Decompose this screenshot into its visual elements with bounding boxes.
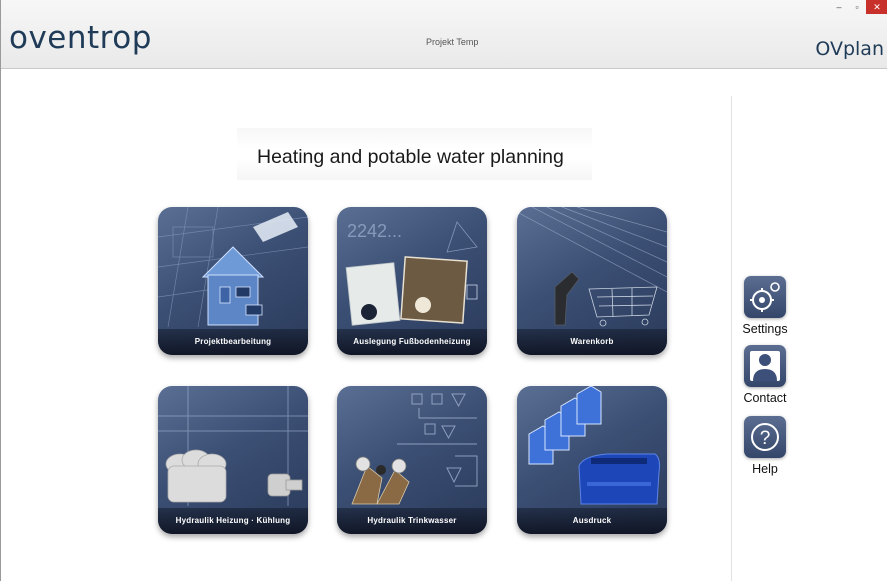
tile-hydraulics-potable-water[interactable]: Hydraulik Trinkwasser [337,386,487,534]
brand-logo: oventrop [9,20,152,56]
page-title: Heating and potable water planning [257,146,564,168]
tile-label: Hydraulik Trinkwasser [337,508,487,534]
tile-label: Hydraulik Heizung · Kühlung [158,508,308,534]
question-icon: ? [744,416,786,458]
gear-icon [744,276,786,318]
tile-label: Warenkorb [517,329,667,355]
radiator-valve-image [158,386,308,506]
settings-button[interactable]: Settings [735,276,795,336]
close-button[interactable]: ✕ [866,0,887,14]
settings-label: Settings [742,322,788,336]
help-button[interactable]: ? Help [735,416,795,476]
shopping-cart-image [517,207,667,327]
tile-label: Projektbearbeitung [158,329,308,355]
contact-button[interactable]: Contact [735,345,795,405]
svg-text:?: ? [760,428,771,449]
app-name: OVplan [815,38,884,60]
person-icon [744,345,786,387]
floor-heating-image: 2242... [345,221,478,326]
help-label: Help [752,462,778,476]
tile-printout[interactable]: Ausdruck [517,386,667,534]
project-name: Projekt Temp [426,37,479,47]
minimize-button[interactable]: – [830,0,848,14]
contact-label: Contact [743,391,787,405]
title-bar: oventrop Projekt Temp OVplan – ▫ ✕ [1,0,887,69]
printer-image [528,386,660,505]
svg-text:2242...: 2242... [347,221,402,241]
maximize-button[interactable]: ▫ [848,0,866,14]
tile-hydraulics-heating[interactable]: Hydraulik Heizung · Kühlung [158,386,308,534]
tile-label: Auslegung Fußbodenheizung [337,329,487,355]
sidebar-divider [731,96,732,581]
tile-label: Ausdruck [517,508,667,534]
window-controls: – ▫ ✕ [830,0,887,14]
app-window: oventrop Projekt Temp OVplan – ▫ ✕ Heati… [0,0,887,581]
tile-shopping-cart[interactable]: Warenkorb [517,207,667,355]
tile-floor-heating[interactable]: 2242... Auslegung Fußbodenheizung [337,207,487,355]
tile-project-editing[interactable]: Projektbearbeitung [158,207,308,355]
water-valves-image [351,393,478,505]
house-plan-image [158,207,308,327]
